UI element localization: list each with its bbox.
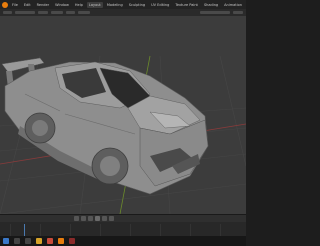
overlay-button[interactable]	[233, 11, 243, 14]
taskview-icon[interactable]	[25, 238, 31, 244]
start-icon[interactable]	[3, 238, 9, 244]
taskbar	[0, 236, 246, 246]
play-icon[interactable]	[95, 216, 100, 221]
app-icon[interactable]	[69, 238, 75, 244]
jump-start-icon[interactable]	[74, 216, 79, 221]
menu-tab-texture-paint[interactable]: Texture Paint	[173, 2, 200, 8]
chrome-icon[interactable]	[47, 238, 53, 244]
explorer-icon[interactable]	[36, 238, 42, 244]
menu-tab-shading[interactable]: Shading	[202, 2, 220, 8]
menu-tab-modeling[interactable]: Modeling	[105, 2, 125, 8]
playhead[interactable]	[24, 224, 25, 236]
menu-tab-sculpting[interactable]: Sculpting	[127, 2, 147, 8]
view-menu[interactable]	[38, 11, 48, 14]
next-key-icon[interactable]	[102, 216, 107, 221]
playback-controls	[0, 215, 246, 222]
mode-selector[interactable]	[15, 11, 35, 14]
blender-logo-icon[interactable]	[2, 1, 8, 8]
editor-type-button[interactable]	[3, 11, 12, 14]
menu-tab-uv-editing[interactable]: UV Editing	[149, 2, 171, 8]
search-icon[interactable]	[14, 238, 20, 244]
top-menubar: File Edit Render Window Help Layout Modeling Sc…	[0, 0, 246, 9]
menu-tab-render[interactable]: Render	[35, 2, 51, 8]
menu-tab-layout[interactable]: Layout	[86, 1, 103, 8]
jump-end-icon[interactable]	[109, 216, 114, 221]
menu-tab-help[interactable]: Help	[73, 2, 85, 8]
menu-tab-animation[interactable]: Animation	[222, 2, 244, 8]
menu-tab-edit[interactable]: Edit	[22, 2, 33, 8]
timeline-panel[interactable]	[0, 214, 246, 237]
timeline-ruler[interactable]	[0, 223, 246, 237]
shading-buttons[interactable]	[200, 11, 230, 14]
select-menu[interactable]	[51, 11, 63, 14]
prev-key-icon[interactable]	[81, 216, 86, 221]
menu-tab-file[interactable]: File	[10, 2, 20, 8]
play-reverse-icon[interactable]	[88, 216, 93, 221]
add-menu[interactable]	[66, 11, 75, 14]
blender-taskbar-icon[interactable]	[58, 238, 64, 244]
viewport-scene	[0, 16, 246, 214]
object-menu[interactable]	[78, 11, 90, 14]
3d-viewport[interactable]	[0, 16, 246, 214]
menu-tab-window[interactable]: Window	[53, 2, 71, 8]
